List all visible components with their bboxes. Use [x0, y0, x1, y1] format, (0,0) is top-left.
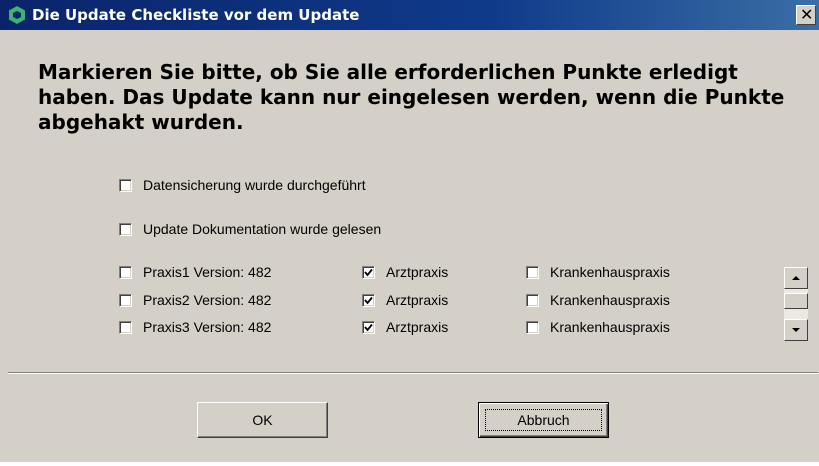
practice-row-2-name[interactable]: Praxis2 Version: 482: [119, 290, 271, 310]
checkbox-box[interactable]: [119, 320, 132, 334]
checkbox-box[interactable]: [119, 178, 132, 192]
practice-type-b-label: Krankenhauspraxis: [550, 264, 670, 280]
scroll-thumb[interactable]: [784, 293, 808, 309]
practice-name-label: Praxis1 Version: 482: [143, 264, 272, 280]
practice-type-b-label: Krankenhauspraxis: [550, 319, 670, 335]
checkbox-docs[interactable]: Update Dokumentation wurde gelesen: [119, 219, 381, 239]
close-icon: ✕: [800, 5, 814, 24]
green-hexagon-icon: [9, 6, 25, 24]
practice-row-1-type-b[interactable]: Krankenhauspraxis: [526, 262, 670, 282]
practice-row-1-type-a[interactable]: Arztpraxis: [362, 262, 448, 282]
practice-row-3-type-a[interactable]: Arztpraxis: [362, 317, 448, 337]
instructions-text: Markieren Sie bitte, ob Sie alle erforde…: [38, 60, 785, 134]
title-bar[interactable]: Die Update Checkliste vor dem Update ✕: [0, 0, 819, 30]
practice-row-1-name[interactable]: Praxis1 Version: 482: [119, 262, 271, 282]
arrow-down-icon: [792, 328, 800, 332]
checkbox-docs-label: Update Dokumentation wurde gelesen: [143, 221, 382, 237]
practice-row-2-type-b[interactable]: Krankenhauspraxis: [526, 290, 670, 310]
checkbox-box[interactable]: [526, 265, 539, 279]
checkbox-box[interactable]: [362, 293, 375, 307]
scroll-down-button[interactable]: [784, 319, 808, 341]
checkmark-icon: [364, 296, 373, 304]
close-button[interactable]: ✕: [796, 5, 816, 25]
checkbox-box[interactable]: [119, 222, 132, 236]
practice-row-3-name[interactable]: Praxis3 Version: 482: [119, 317, 271, 337]
practice-type-a-label: Arztpraxis: [386, 264, 449, 280]
checkbox-backup-label: Datensicherung wurde durchgeführt: [143, 177, 366, 193]
window-bottom-edge: [0, 462, 819, 466]
ok-button-label: OK: [252, 412, 273, 428]
practice-type-b-label: Krankenhauspraxis: [550, 292, 670, 308]
checkbox-box[interactable]: [119, 293, 132, 307]
button-area-separator: [8, 372, 818, 374]
arrow-up-icon: [792, 276, 800, 280]
practice-list-scrollbar[interactable]: [784, 267, 808, 341]
practice-name-label: Praxis3 Version: 482: [143, 319, 272, 335]
checkmark-icon: [364, 323, 373, 331]
cancel-button[interactable]: Abbruch: [478, 402, 609, 438]
practice-type-a-label: Arztpraxis: [386, 292, 449, 308]
window-title: Die Update Checkliste vor dem Update: [32, 6, 360, 24]
checkbox-backup[interactable]: Datensicherung wurde durchgeführt: [119, 175, 366, 195]
checkbox-box[interactable]: [119, 265, 132, 279]
checkbox-box[interactable]: [362, 265, 375, 279]
update-checklist-dialog: Die Update Checkliste vor dem Update ✕ M…: [0, 0, 819, 466]
checkbox-box[interactable]: [526, 293, 539, 307]
practice-name-label: Praxis2 Version: 482: [143, 292, 272, 308]
practice-row-2-type-a[interactable]: Arztpraxis: [362, 290, 448, 310]
checkbox-box[interactable]: [526, 320, 539, 334]
practice-type-a-label: Arztpraxis: [386, 319, 449, 335]
checkbox-box[interactable]: [362, 320, 375, 334]
scroll-up-button[interactable]: [784, 267, 808, 289]
checkmark-icon: [364, 268, 373, 276]
ok-button[interactable]: OK: [197, 402, 328, 438]
practice-row-3-type-b[interactable]: Krankenhauspraxis: [526, 317, 670, 337]
cancel-button-label: Abbruch: [517, 412, 570, 428]
